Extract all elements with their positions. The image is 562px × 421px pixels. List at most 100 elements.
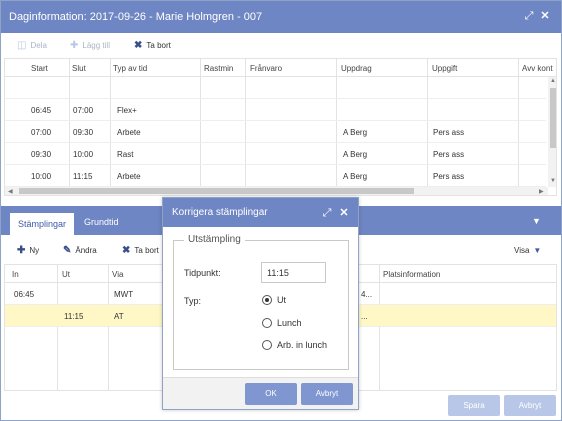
x-icon: ✖ [134, 39, 143, 51]
visa-label: Visa [514, 245, 530, 255]
scroll-up-icon[interactable]: ▲ [550, 78, 556, 84]
cell-via: MWT [114, 290, 134, 299]
header-start[interactable]: Start [31, 64, 48, 73]
plus-icon: ✚ [17, 244, 26, 256]
vertical-scroll-thumb[interactable] [550, 88, 556, 148]
utstampling-fieldset: Utstämpling Tidpunkt: Typ: Ut Lunch Arb.… [173, 234, 349, 370]
tidpunkt-label: Tidpunkt: [184, 268, 221, 278]
ny-label: Ny [29, 245, 40, 255]
radio-label: Ut [277, 295, 286, 305]
dialog-avbryt-button[interactable]: Avbryt [301, 383, 353, 405]
cell-slut: 07:00 [73, 106, 94, 115]
cell-truncated: ... [361, 312, 368, 321]
header-platsinformation[interactable]: Platsinformation [383, 270, 440, 279]
ta-bort-label-2: Ta bort [134, 245, 159, 255]
radio-icon [262, 318, 272, 328]
radio-lunch[interactable]: Lunch [262, 318, 302, 328]
tidpunkt-input[interactable] [261, 262, 326, 283]
scroll-down-icon[interactable]: ▼ [550, 178, 556, 184]
header-slut[interactable]: Slut [72, 64, 86, 73]
radio-ut[interactable]: Ut [262, 295, 286, 305]
radio-icon [262, 340, 272, 350]
cell-uppgift: Pers ass [433, 128, 465, 137]
tab-grundtid[interactable]: Grundtid [76, 215, 127, 237]
daginformation-window: Daginformation: 2017-09-26 - Marie Holmg… [0, 0, 562, 421]
ta-bort-button-2[interactable]: ✖ Ta bort [122, 243, 159, 257]
split-icon: ◫ [17, 39, 27, 51]
fieldset-legend: Utstämpling [184, 234, 245, 245]
cell-typ: Arbete [117, 128, 141, 137]
vertical-scrollbar[interactable]: ▲ ▼ [548, 77, 556, 187]
header-via[interactable]: Via [112, 270, 123, 279]
scroll-right-icon[interactable]: ▶ [539, 188, 544, 195]
typ-label: Typ: [184, 296, 202, 306]
cell-start: 07:00 [31, 128, 52, 137]
cell-start: 09:30 [31, 150, 52, 159]
window-titlebar: Daginformation: 2017-09-26 - Marie Holmg… [1, 1, 561, 33]
ta-bort-label: Ta bort [146, 40, 171, 50]
horizontal-scrollbar[interactable]: ◀ ▶ [5, 187, 548, 195]
cell-slut: 10:00 [73, 150, 94, 159]
lagg-till-button[interactable]: ✚ Lägg till [70, 38, 110, 52]
grid-toolbar: ◫ Dela ✚ Lägg till ✖ Ta bort [1, 33, 561, 56]
cell-uppgift: Pers ass [433, 150, 465, 159]
time-grid: Start Slut Typ av tid Rastmin Frånvaro U… [4, 58, 557, 196]
visa-dropdown[interactable]: Visa ▼ [514, 243, 541, 257]
scroll-left-icon[interactable]: ◀ [8, 188, 13, 195]
cell-typ: Arbete [117, 172, 141, 181]
cell-uppdrag: A Berg [343, 128, 368, 137]
header-in[interactable]: In [12, 270, 19, 279]
horizontal-scroll-thumb[interactable] [19, 188, 414, 194]
maximize-icon[interactable]: ⤢ [321, 207, 333, 219]
close-icon[interactable]: ✕ [539, 10, 551, 22]
cell-ut: 11:15 [64, 312, 84, 321]
lagg-till-label: Lägg till [82, 40, 110, 50]
table-row[interactable]: 06:45 07:00 Flex+ [5, 99, 546, 121]
cell-truncated: 4... [361, 290, 373, 299]
table-row[interactable]: 10:00 11:15 Arbete A Berg Pers ass [5, 165, 546, 187]
header-avv-kont[interactable]: Avv kont [522, 64, 553, 73]
table-row[interactable] [5, 77, 546, 99]
dela-button[interactable]: ◫ Dela [17, 38, 47, 52]
dialog-titlebar: Korrigera stämplingar ⤢ ✕ [163, 198, 358, 227]
table-row[interactable]: 07:00 09:30 Arbete A Berg Pers ass [5, 121, 546, 143]
cell-via: AT [114, 312, 124, 321]
avbryt-button[interactable]: Avbryt [504, 395, 556, 416]
dialog-footer: OK Avbryt [163, 377, 358, 409]
grid-header: Start Slut Typ av tid Rastmin Frånvaro U… [5, 59, 556, 77]
close-icon[interactable]: ✕ [338, 207, 350, 219]
cell-uppdrag: A Berg [343, 150, 368, 159]
x-icon: ✖ [122, 244, 131, 256]
window-title: Daginformation: 2017-09-26 - Marie Holmg… [9, 11, 263, 23]
andra-button[interactable]: ✎ Ändra [63, 243, 97, 257]
radio-selected-icon [262, 295, 272, 305]
tab-stamplingar[interactable]: Stämplingar [10, 213, 75, 235]
cell-typ: Rast [117, 150, 134, 159]
spara-button[interactable]: Spara [448, 395, 500, 416]
cell-slut: 11:15 [73, 172, 93, 181]
cell-typ: Flex+ [117, 106, 137, 115]
header-rastmin[interactable]: Rastmin [204, 64, 233, 73]
dialog-title: Korrigera stämplingar [172, 207, 268, 218]
header-ut[interactable]: Ut [62, 270, 70, 279]
table-row[interactable]: 09:30 10:00 Rast A Berg Pers ass [5, 143, 546, 165]
cell-start: 06:45 [31, 106, 52, 115]
cell-start: 10:00 [31, 172, 52, 181]
ok-button[interactable]: OK [245, 383, 297, 405]
korrigera-dialog: Korrigera stämplingar ⤢ ✕ Utstämpling Ti… [162, 197, 359, 410]
ny-button[interactable]: ✚ Ny [17, 243, 39, 257]
maximize-icon[interactable]: ⤢ [523, 10, 535, 22]
cell-uppgift: Pers ass [433, 172, 465, 181]
cell-uppdrag: A Berg [343, 172, 368, 181]
ta-bort-button[interactable]: ✖ Ta bort [134, 38, 171, 52]
header-typ-av-tid[interactable]: Typ av tid [113, 64, 147, 73]
edit-icon: ✎ [63, 244, 72, 256]
header-franvaro[interactable]: Frånvaro [250, 64, 282, 73]
collapse-chevron-icon[interactable]: ▼ [532, 216, 541, 226]
andra-label: Ändra [75, 245, 97, 255]
cell-in: 06:45 [14, 290, 35, 299]
header-uppdrag[interactable]: Uppdrag [341, 64, 372, 73]
dela-label: Dela [30, 40, 47, 50]
radio-arb-in-lunch[interactable]: Arb. in lunch [262, 340, 327, 350]
header-uppgift[interactable]: Uppgift [432, 64, 457, 73]
